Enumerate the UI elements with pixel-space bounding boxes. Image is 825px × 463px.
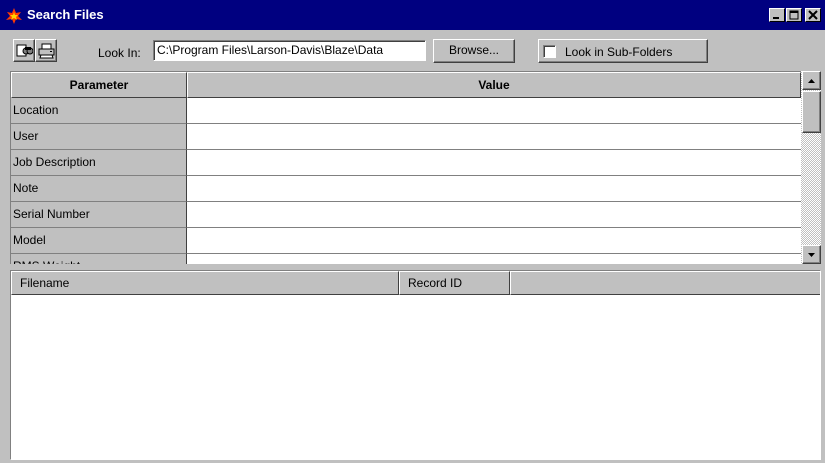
value-cell[interactable]: [187, 124, 801, 150]
minimize-button[interactable]: [769, 8, 785, 22]
look-in-subfolders-option[interactable]: Look in Sub-Folders: [538, 39, 708, 63]
parameter-cell: Serial Number: [11, 202, 187, 228]
record-id-column-header[interactable]: Record ID: [399, 271, 510, 295]
parameter-column-header[interactable]: Parameter: [11, 72, 187, 98]
value-cell[interactable]: [187, 254, 801, 264]
app-icon: [5, 7, 23, 25]
parameter-cell: Location: [11, 98, 187, 124]
up-arrow-icon: [808, 79, 815, 83]
minimize-icon: [773, 17, 779, 19]
toolbar: Look In: C:\Program Files\Larson-Davis\B…: [0, 30, 825, 71]
parameter-cell: Job Description: [11, 150, 187, 176]
parameter-cell: Model: [11, 228, 187, 254]
grid-row[interactable]: Location: [11, 98, 801, 124]
close-button[interactable]: [805, 8, 821, 22]
value-cell[interactable]: [187, 202, 801, 228]
scroll-thumb[interactable]: [802, 91, 821, 133]
value-cell[interactable]: [187, 150, 801, 176]
grid-row[interactable]: Model: [11, 228, 801, 254]
empty-column-header[interactable]: [510, 271, 820, 295]
search-files-window: Search Files Look In: C:\Program Files\L…: [0, 0, 825, 463]
subfolders-label: Look in Sub-Folders: [565, 45, 673, 59]
value-column-header[interactable]: Value: [187, 72, 801, 98]
grid-row[interactable]: Serial Number: [11, 202, 801, 228]
close-icon: [808, 10, 818, 20]
look-in-field[interactable]: C:\Program Files\Larson-Davis\Blaze\Data: [153, 40, 426, 61]
grid-row[interactable]: RMS Weight: [11, 254, 801, 264]
value-cell[interactable]: [187, 228, 801, 254]
down-arrow-icon: [808, 253, 815, 257]
filename-column-header[interactable]: Filename: [11, 271, 399, 295]
results-list[interactable]: Filename Record ID: [10, 270, 821, 460]
parameter-cell: RMS Weight: [11, 254, 187, 264]
value-cell[interactable]: [187, 98, 801, 124]
scroll-up-button[interactable]: [802, 71, 821, 90]
title-bar[interactable]: Search Files: [0, 0, 825, 30]
grid-row[interactable]: Job Description: [11, 150, 801, 176]
grid-row[interactable]: Note: [11, 176, 801, 202]
scroll-down-button[interactable]: [802, 245, 821, 264]
printer-icon: [38, 43, 55, 59]
parameter-grid: Parameter Value Location User Job Descri…: [10, 71, 821, 264]
window-title: Search Files: [27, 7, 104, 22]
maximize-icon: [789, 10, 799, 20]
grid-row[interactable]: User: [11, 124, 801, 150]
browse-button-label: Browse...: [448, 43, 499, 57]
print-button[interactable]: [35, 39, 57, 62]
look-in-label: Look In:: [98, 46, 141, 60]
maximize-button[interactable]: [786, 8, 802, 22]
parameter-cell: Note: [11, 176, 187, 202]
find-button[interactable]: [13, 39, 35, 62]
grid-vertical-scrollbar[interactable]: [801, 71, 821, 264]
browse-button[interactable]: Browse...: [433, 39, 515, 63]
parameter-cell: User: [11, 124, 187, 150]
value-cell[interactable]: [187, 176, 801, 202]
find-icon: [16, 44, 33, 57]
subfolders-checkbox[interactable]: [543, 45, 556, 58]
